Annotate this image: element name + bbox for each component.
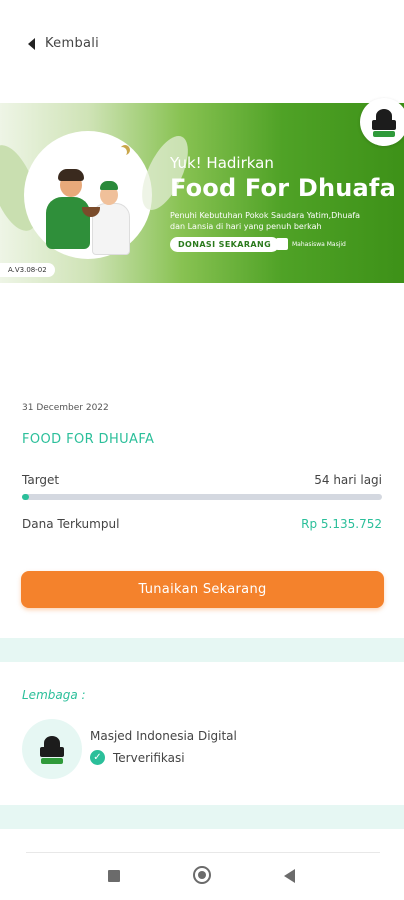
section-divider <box>0 805 404 829</box>
donate-now-button[interactable]: Tunaikan Sekarang <box>21 571 384 608</box>
organization-name[interactable]: Masjed Indonesia Digital <box>90 729 237 743</box>
partner-logo-icon <box>276 238 288 250</box>
mosque-logo-icon <box>370 106 398 138</box>
back-button[interactable]: Kembali <box>28 36 99 51</box>
donation-progress-bar <box>22 494 382 500</box>
banner-tagline: Yuk! Hadirkan <box>170 154 274 172</box>
banner-title: Food For Dhuafa <box>170 174 396 202</box>
section-divider <box>0 638 404 662</box>
target-value: 54 hari lagi <box>314 473 382 487</box>
person-cap <box>100 181 118 190</box>
back-label: Kembali <box>45 36 100 51</box>
verified-label: Terverifikasi <box>113 750 185 765</box>
campaign-banner[interactable]: Yuk! Hadirkan Food For Dhuafa Penuhi Keb… <box>0 103 404 283</box>
collected-label: Dana Terkumpul <box>22 517 120 531</box>
person-hair <box>58 169 84 181</box>
home-circle-icon[interactable] <box>193 866 211 884</box>
campaign-title: FOOD FOR DHUAFA <box>22 432 155 447</box>
target-label: Target <box>22 473 60 487</box>
partner-name: Mahasiswa Masjid <box>292 240 346 248</box>
collected-value: Rp 5.135.752 <box>301 517 382 531</box>
organization-avatar[interactable] <box>22 719 82 779</box>
donation-progress-fill <box>22 494 30 500</box>
campaign-date: 31 December 2022 <box>22 403 109 413</box>
organization-logo-badge <box>360 98 404 146</box>
person-illustration <box>46 197 90 249</box>
banner-description: Penuhi Kebutuhan Pokok Saudara Yatim,Dhu… <box>170 211 361 231</box>
recent-apps-square-icon[interactable] <box>108 870 120 882</box>
mosque-logo-icon <box>38 733 66 765</box>
nav-back-triangle-icon[interactable] <box>284 869 295 883</box>
back-arrow-icon <box>28 37 35 50</box>
moon-icon <box>117 147 127 157</box>
organization-section-label: Lembaga : <box>22 688 86 702</box>
banner-donate-label: DONASI SEKARANG <box>170 237 280 252</box>
top-bar: Kembali <box>0 0 404 90</box>
banner-version: A.V3.08-02 <box>0 263 55 277</box>
verified-status: ✓ Terverifikasi <box>90 750 185 765</box>
banner-partner: Mahasiswa Masjid <box>276 238 346 250</box>
check-circle-icon: ✓ <box>90 750 105 765</box>
